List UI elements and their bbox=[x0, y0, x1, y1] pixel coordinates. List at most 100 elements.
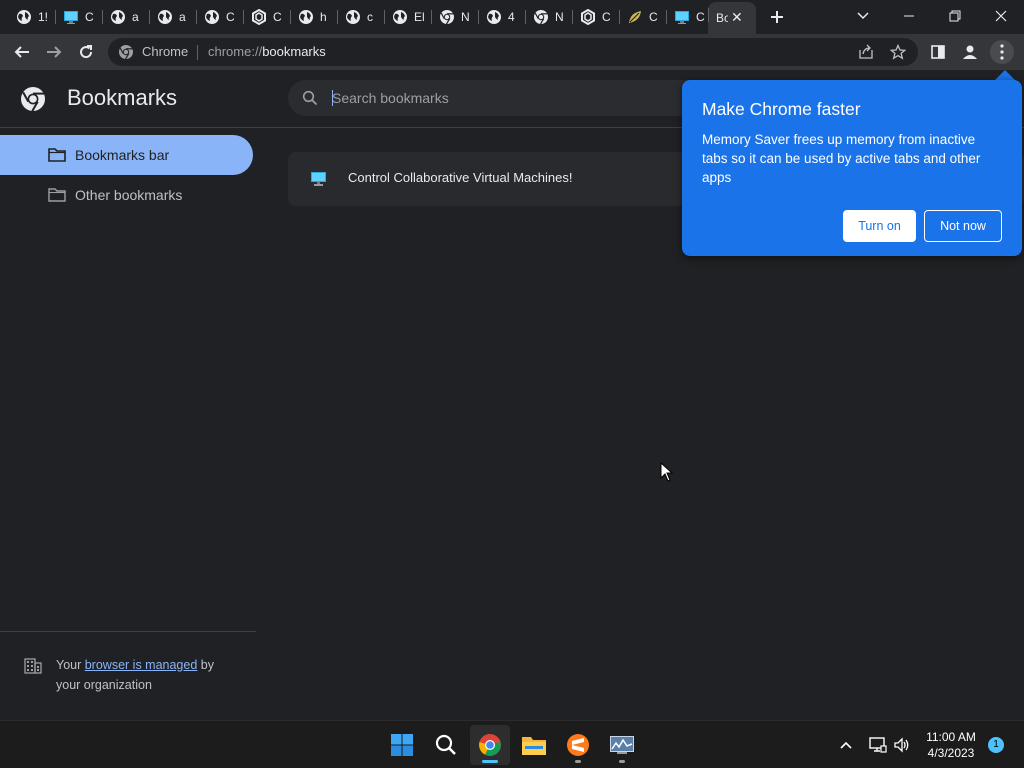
profile-icon bbox=[963, 45, 977, 59]
tab[interactable]: N bbox=[525, 4, 571, 30]
tab[interactable]: C bbox=[666, 4, 712, 30]
globe-icon bbox=[346, 10, 360, 24]
folder-icon bbox=[48, 148, 66, 162]
leaf-icon bbox=[629, 11, 641, 23]
tab[interactable]: C bbox=[572, 4, 618, 30]
taskbar-search-button[interactable] bbox=[426, 725, 466, 765]
managed-suffix: by bbox=[197, 658, 214, 672]
tab[interactable]: C bbox=[619, 4, 665, 30]
taskbar-clock[interactable]: 11:00 AM 4/3/2023 bbox=[918, 729, 984, 761]
tab[interactable]: 1! bbox=[8, 4, 54, 30]
restore-button[interactable] bbox=[932, 0, 978, 32]
browser-toolbar: Chrome chrome://bookmarks bbox=[0, 34, 1024, 70]
side-panel-button[interactable] bbox=[926, 40, 950, 64]
vm-monitor-icon bbox=[64, 11, 78, 24]
bookmark-star-button[interactable] bbox=[886, 40, 910, 64]
globe-icon bbox=[299, 10, 313, 24]
forward-button[interactable] bbox=[42, 40, 66, 64]
network-icon bbox=[869, 737, 887, 753]
tab[interactable]: a bbox=[149, 4, 195, 30]
chrome-logo-icon bbox=[21, 87, 45, 112]
close-tab-icon[interactable]: ✕ bbox=[731, 10, 743, 26]
tab[interactable]: a bbox=[102, 4, 148, 30]
volume-button[interactable] bbox=[892, 735, 912, 755]
network-button[interactable] bbox=[868, 735, 888, 755]
start-button[interactable] bbox=[382, 725, 422, 765]
globe-icon bbox=[111, 10, 125, 24]
tab[interactable]: c bbox=[337, 4, 383, 30]
share-icon bbox=[859, 44, 873, 59]
url-host: bookmarks bbox=[262, 44, 326, 59]
sidebar-item-label: Bookmarks bar bbox=[75, 147, 170, 163]
sublime-text-icon bbox=[567, 734, 589, 756]
globe-icon bbox=[487, 10, 501, 24]
promo-body: Memory Saver frees up memory from inacti… bbox=[702, 132, 981, 185]
profile-button[interactable] bbox=[958, 40, 982, 64]
screen: 1! C a a C C h c El N 4 N C C C Bo ✕ Chr… bbox=[0, 0, 1024, 768]
search-box[interactable] bbox=[288, 80, 708, 116]
tab-title: a bbox=[132, 10, 139, 24]
tab[interactable]: El bbox=[384, 4, 430, 30]
promo-bubble-arrow bbox=[995, 70, 1015, 80]
tab[interactable]: 4 bbox=[478, 4, 524, 30]
tab[interactable]: N bbox=[431, 4, 477, 30]
url-scheme: chrome:// bbox=[208, 44, 263, 59]
show-hidden-icons-button[interactable] bbox=[836, 735, 856, 755]
vm-monitor-icon bbox=[311, 172, 326, 186]
taskbar-app-file-explorer[interactable] bbox=[514, 725, 554, 765]
sidebar-item-bookmarks-bar[interactable]: Bookmarks bar bbox=[0, 135, 253, 175]
arrow-right-icon bbox=[47, 46, 62, 58]
reload-button[interactable] bbox=[74, 40, 98, 64]
globe-icon bbox=[393, 10, 407, 24]
clock-date: 4/3/2023 bbox=[927, 746, 975, 760]
close-icon bbox=[995, 10, 1007, 22]
managed-prefix: Your bbox=[56, 658, 85, 672]
arrow-left-icon bbox=[14, 46, 29, 58]
managed-text: Your browser is managed by your organizat… bbox=[24, 655, 234, 695]
windows-logo-icon bbox=[391, 734, 413, 756]
taskbar-app-chrome[interactable] bbox=[470, 725, 510, 765]
minimize-button[interactable] bbox=[886, 0, 932, 32]
chrome-color-icon bbox=[479, 734, 501, 756]
taskbar-app-sublime[interactable] bbox=[558, 725, 598, 765]
tab-title: c bbox=[367, 10, 373, 24]
close-window-button[interactable] bbox=[978, 0, 1024, 32]
folder-icon bbox=[48, 188, 66, 202]
taskbar-app-system-monitor[interactable] bbox=[602, 725, 642, 765]
chrome-icon bbox=[440, 10, 454, 25]
system-monitor-icon bbox=[610, 736, 634, 754]
sidebar-divider bbox=[0, 631, 256, 632]
restore-icon bbox=[949, 10, 961, 22]
managed-line2: your organization bbox=[56, 678, 152, 692]
ai-knot-icon bbox=[252, 9, 266, 25]
ai-knot-icon bbox=[581, 9, 595, 25]
tab[interactable]: h bbox=[290, 4, 336, 30]
site-chip-label: Chrome bbox=[142, 44, 189, 59]
tab-title: C bbox=[226, 10, 235, 24]
not-now-button[interactable]: Not now bbox=[924, 210, 1002, 242]
share-button[interactable] bbox=[854, 40, 878, 64]
tab[interactable]: C bbox=[196, 4, 242, 30]
running-app-indicator bbox=[575, 760, 581, 763]
search-icon bbox=[435, 734, 456, 755]
search-input[interactable] bbox=[332, 88, 672, 108]
chrome-icon bbox=[119, 45, 133, 60]
clock-time: 11:00 AM bbox=[926, 730, 976, 744]
browser-managed-link[interactable]: browser is managed bbox=[85, 658, 198, 672]
notification-badge[interactable]: 1 bbox=[988, 737, 1004, 753]
omnibox-divider bbox=[197, 45, 198, 60]
search-icon bbox=[302, 90, 318, 106]
tab-active[interactable]: Bo ✕ bbox=[708, 2, 756, 34]
globe-icon bbox=[17, 10, 31, 24]
tab[interactable]: C bbox=[55, 4, 101, 30]
sidebar-item-other-bookmarks[interactable]: Other bookmarks bbox=[0, 175, 253, 215]
menu-button[interactable] bbox=[990, 40, 1014, 64]
turn-on-button[interactable]: Turn on bbox=[843, 210, 916, 242]
address-bar[interactable]: Chrome chrome://bookmarks bbox=[108, 38, 918, 66]
plus-icon bbox=[771, 11, 783, 23]
new-tab-button[interactable] bbox=[766, 6, 788, 28]
back-button[interactable] bbox=[10, 40, 34, 64]
chevron-up-icon bbox=[840, 741, 852, 749]
tab[interactable]: C bbox=[243, 4, 289, 30]
tab-search-button[interactable] bbox=[840, 0, 886, 32]
